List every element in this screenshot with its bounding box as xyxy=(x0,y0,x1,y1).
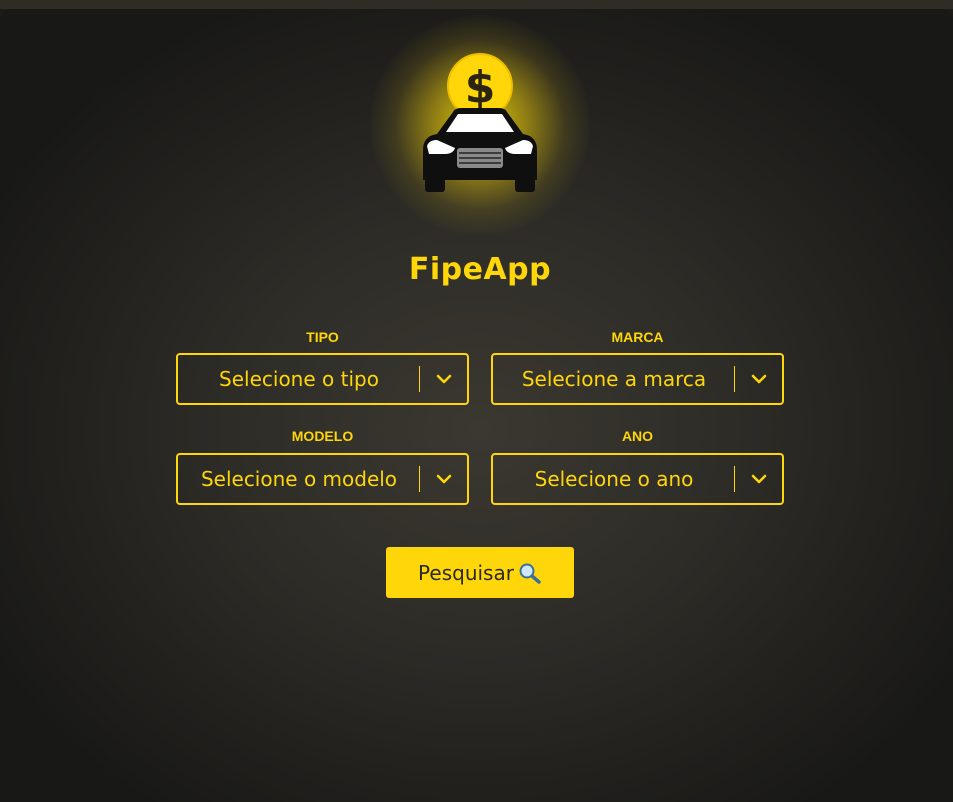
select-separator xyxy=(419,466,420,492)
marca-select[interactable]: Selecione a marca xyxy=(491,353,784,405)
select-separator xyxy=(734,466,735,492)
ano-select-value: Selecione o ano xyxy=(534,467,694,491)
marca-label: MARCA xyxy=(611,329,664,345)
search-button[interactable]: Pesquisar xyxy=(386,547,574,598)
modelo-select[interactable]: Selecione o modelo xyxy=(176,453,469,505)
search-button-label: Pesquisar xyxy=(418,560,514,585)
car-with-dollar-coin-icon: $ xyxy=(423,53,537,192)
chevron-down-icon[interactable] xyxy=(749,469,769,489)
modelo-select-value: Selecione o modelo xyxy=(200,467,398,491)
app-title: FipeApp xyxy=(408,252,552,287)
magnifier-icon xyxy=(519,563,541,584)
select-separator xyxy=(734,366,735,392)
chevron-down-icon[interactable] xyxy=(749,369,769,389)
chevron-down-icon[interactable] xyxy=(434,469,454,489)
tipo-select-value: Selecione o tipo xyxy=(219,367,379,391)
ano-select[interactable]: Selecione o ano xyxy=(491,453,784,505)
top-bar xyxy=(0,0,953,9)
tipo-label: TIPO xyxy=(306,329,339,345)
marca-select-value: Selecione a marca xyxy=(521,367,707,391)
tipo-select[interactable]: Selecione o tipo xyxy=(176,353,469,405)
select-separator xyxy=(419,366,420,392)
ano-label: ANO xyxy=(621,428,654,444)
chevron-down-icon[interactable] xyxy=(434,369,454,389)
svg-text:$: $ xyxy=(465,62,496,113)
modelo-label: MODELO xyxy=(291,428,354,444)
